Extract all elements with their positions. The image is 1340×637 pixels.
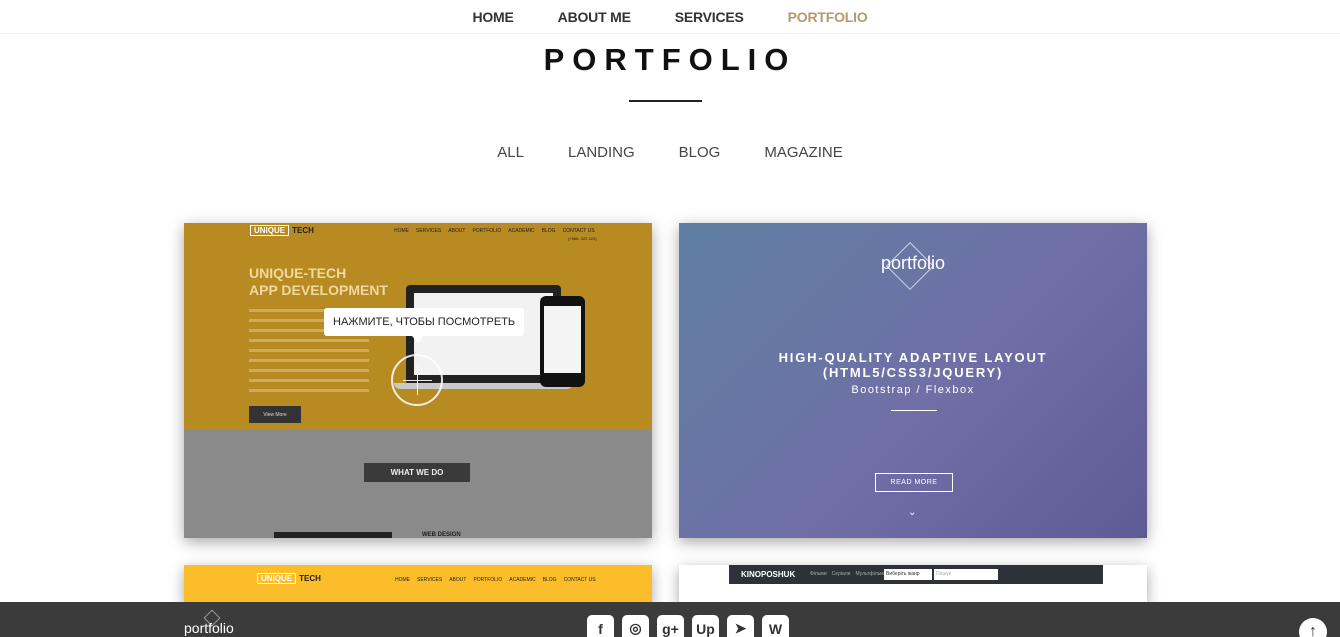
nav-services-link[interactable]: SERVICES <box>675 9 744 25</box>
nav-home-link[interactable]: HOME <box>472 9 513 25</box>
google-plus-icon[interactable]: g+ <box>657 615 684 637</box>
portfolio-filters: ALL LANDING BLOG MAGAZINE <box>0 144 1340 161</box>
preview-brand: KINOPOSHUK <box>741 570 796 579</box>
phone-icon <box>540 296 585 387</box>
section-title: PORTFOLIO <box>543 42 797 77</box>
preview-logo-text: TECH <box>299 574 321 583</box>
preview-search: Пошук <box>934 569 998 580</box>
portfolio-card-unique-tech-2[interactable]: UNIQUE TECH HOME SERVICES ABOUT PORTFOLIO… <box>184 565 652 605</box>
preview-menu: HOME SERVICES ABOUT PORTFOLIO ACADEMIC B… <box>394 228 595 234</box>
plus-circle-icon[interactable] <box>391 354 443 406</box>
title-divider <box>629 100 702 102</box>
preview-heading: UNIQUE-TECH APP DEVELOPMENT <box>249 265 388 299</box>
preview-menu-item: CONTACT US <box>562 228 595 234</box>
preview-logo: UNIQUE TECH <box>250 225 314 236</box>
nav-portfolio-link[interactable]: PORTFOLIO <box>788 9 868 25</box>
preview-menu: HOME SERVICES ABOUT PORTFOLIO ACADEMIC B… <box>395 577 596 583</box>
preview-read-more-button: READ MORE <box>875 473 953 492</box>
view-tooltip: НАЖМИТЕ, ЧТОБЫ ПОСМОТРЕТЬ <box>324 308 525 343</box>
preview-heading-line: UNIQUE-TECH <box>249 265 347 281</box>
preview-links: Фільми Серіали Мультфільми <box>810 571 886 577</box>
portfolio-card-kinoposhuk[interactable]: KINOPOSHUK Фільми Серіали Мультфільми Ви… <box>679 565 1147 605</box>
preview-view-more-button: View More <box>249 406 301 423</box>
preview-logo: UNIQUE TECH <box>257 573 321 584</box>
chevron-down-icon: ⌄ <box>908 507 917 518</box>
preview-web-design: WEB DESIGN <box>422 532 461 538</box>
preview-link: Серіали <box>831 571 851 577</box>
preview-link: Фільми <box>810 571 827 577</box>
preview-menu-item: BLOG <box>542 577 557 583</box>
filter-all[interactable]: ALL <box>497 144 524 161</box>
preview-menu-item: ACADEMIC <box>509 577 536 583</box>
footer-logo[interactable]: portfolio <box>184 620 234 636</box>
filter-magazine[interactable]: MAGAZINE <box>764 144 842 161</box>
preview-heading: HIGH-QUALITY ADAPTIVE LAYOUT (HTML5/CSS3… <box>679 350 1147 380</box>
portfolio-card-unique-tech[interactable]: UNIQUE TECH HOME SERVICES ABOUT PORTFOLIO… <box>184 223 652 538</box>
preview-menu-item: PORTFOLIO <box>472 228 502 234</box>
filter-blog[interactable]: BLOG <box>679 144 721 161</box>
instagram-icon[interactable]: ◎ <box>622 615 649 637</box>
portfolio-card-adaptive-layout[interactable]: portfolio HIGH-QUALITY ADAPTIVE LAYOUT (… <box>679 223 1147 538</box>
preview-heading-line: HIGH-QUALITY ADAPTIVE LAYOUT <box>778 350 1048 365</box>
upwork-icon[interactable]: Up <box>692 615 719 637</box>
preview-menu-item: ABOUT <box>449 577 467 583</box>
preview-menu-item: BLOG <box>541 228 556 234</box>
preview-heading-line: APP DEVELOPMENT <box>249 282 388 298</box>
preview-menu-item: ACADEMIC <box>508 228 535 234</box>
facebook-icon[interactable]: f <box>587 615 614 637</box>
preview-menu-item: HOME <box>394 228 409 234</box>
social-links: f ◎ g+ Up ➤ W <box>587 615 789 637</box>
nav-about-link[interactable]: ABOUT ME <box>558 9 631 25</box>
preview-what-we-do: WHAT WE DO <box>364 463 470 482</box>
preview-divider <box>891 410 937 411</box>
top-navigation: HOME ABOUT ME SERVICES PORTFOLIO <box>0 0 1340 34</box>
preview-logo-box: UNIQUE <box>250 225 290 236</box>
preview-menu-item: CONTACT US <box>563 577 596 583</box>
telegram-icon[interactable]: ➤ <box>727 615 754 637</box>
footer: portfolio f ◎ g+ Up ➤ W ↑ <box>0 602 1340 637</box>
preview-logo-box: UNIQUE <box>257 573 297 584</box>
preview-logo-text: TECH <box>292 226 314 235</box>
arrow-up-icon[interactable]: ↑ <box>1299 618 1327 637</box>
preview-link: Мультфільми <box>855 571 887 577</box>
preview-dark-bar <box>274 532 392 538</box>
preview-logo: portfolio <box>880 253 946 273</box>
preview-menu-item: PORTFOLIO <box>473 577 503 583</box>
preview-genre-select: Виберіть жанр <box>884 569 932 580</box>
preview-heading-line: (HTML5/CSS3/JQUERY) <box>822 365 1004 380</box>
preview-menu-item: SERVICES <box>416 228 442 234</box>
preview-phone: (+966- 322 222) <box>568 236 597 241</box>
filter-landing[interactable]: LANDING <box>568 144 635 161</box>
preview-menu-item: ABOUT <box>448 228 466 234</box>
preview-menu-item: HOME <box>395 577 410 583</box>
preview-subtitle: Bootstrap / Flexbox <box>851 384 975 396</box>
preview-menu-item: SERVICES <box>417 577 443 583</box>
vk-icon[interactable]: W <box>762 615 789 637</box>
